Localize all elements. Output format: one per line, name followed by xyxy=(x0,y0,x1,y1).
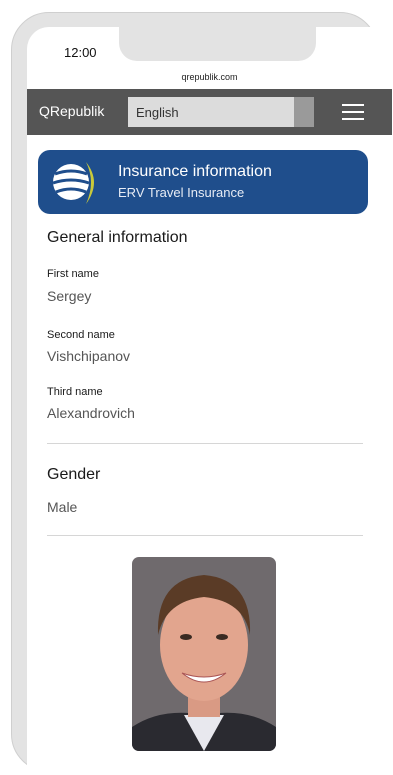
language-select-arrow[interactable] xyxy=(294,97,314,127)
status-time: 12:00 xyxy=(64,45,97,60)
navbar: QRepublik English xyxy=(27,89,392,135)
second-name-label: Second name xyxy=(47,329,115,341)
phone-frame: 12:00 qrepublik.com QRepublik English In… xyxy=(11,12,392,772)
phone-notch xyxy=(119,27,316,61)
globe-logo-icon xyxy=(50,158,102,206)
language-select[interactable]: English xyxy=(128,97,314,127)
section-divider xyxy=(47,443,363,444)
banner-subtitle: ERV Travel Insurance xyxy=(118,185,245,200)
third-name-label: Third name xyxy=(47,386,103,398)
insurance-banner: Insurance information ERV Travel Insuran… xyxy=(38,150,368,214)
first-name-label: First name xyxy=(47,268,99,280)
language-select-value: English xyxy=(136,105,179,120)
phone-screen: 12:00 qrepublik.com QRepublik English In… xyxy=(27,27,392,772)
hamburger-menu-icon[interactable] xyxy=(342,104,364,122)
profile-photo xyxy=(132,557,276,751)
third-name-value: Alexandrovich xyxy=(47,405,135,421)
general-info-heading: General information xyxy=(47,229,188,246)
section-divider xyxy=(47,535,363,536)
second-name-value: Vishchipanov xyxy=(47,348,131,364)
brand-link[interactable]: QRepublik xyxy=(39,103,104,119)
gender-value: Male xyxy=(47,499,78,515)
browser-url[interactable]: qrepublik.com xyxy=(27,72,392,82)
gender-heading: Gender xyxy=(47,466,101,483)
first-name-value: Sergey xyxy=(47,288,92,304)
banner-title: Insurance information xyxy=(118,163,272,180)
